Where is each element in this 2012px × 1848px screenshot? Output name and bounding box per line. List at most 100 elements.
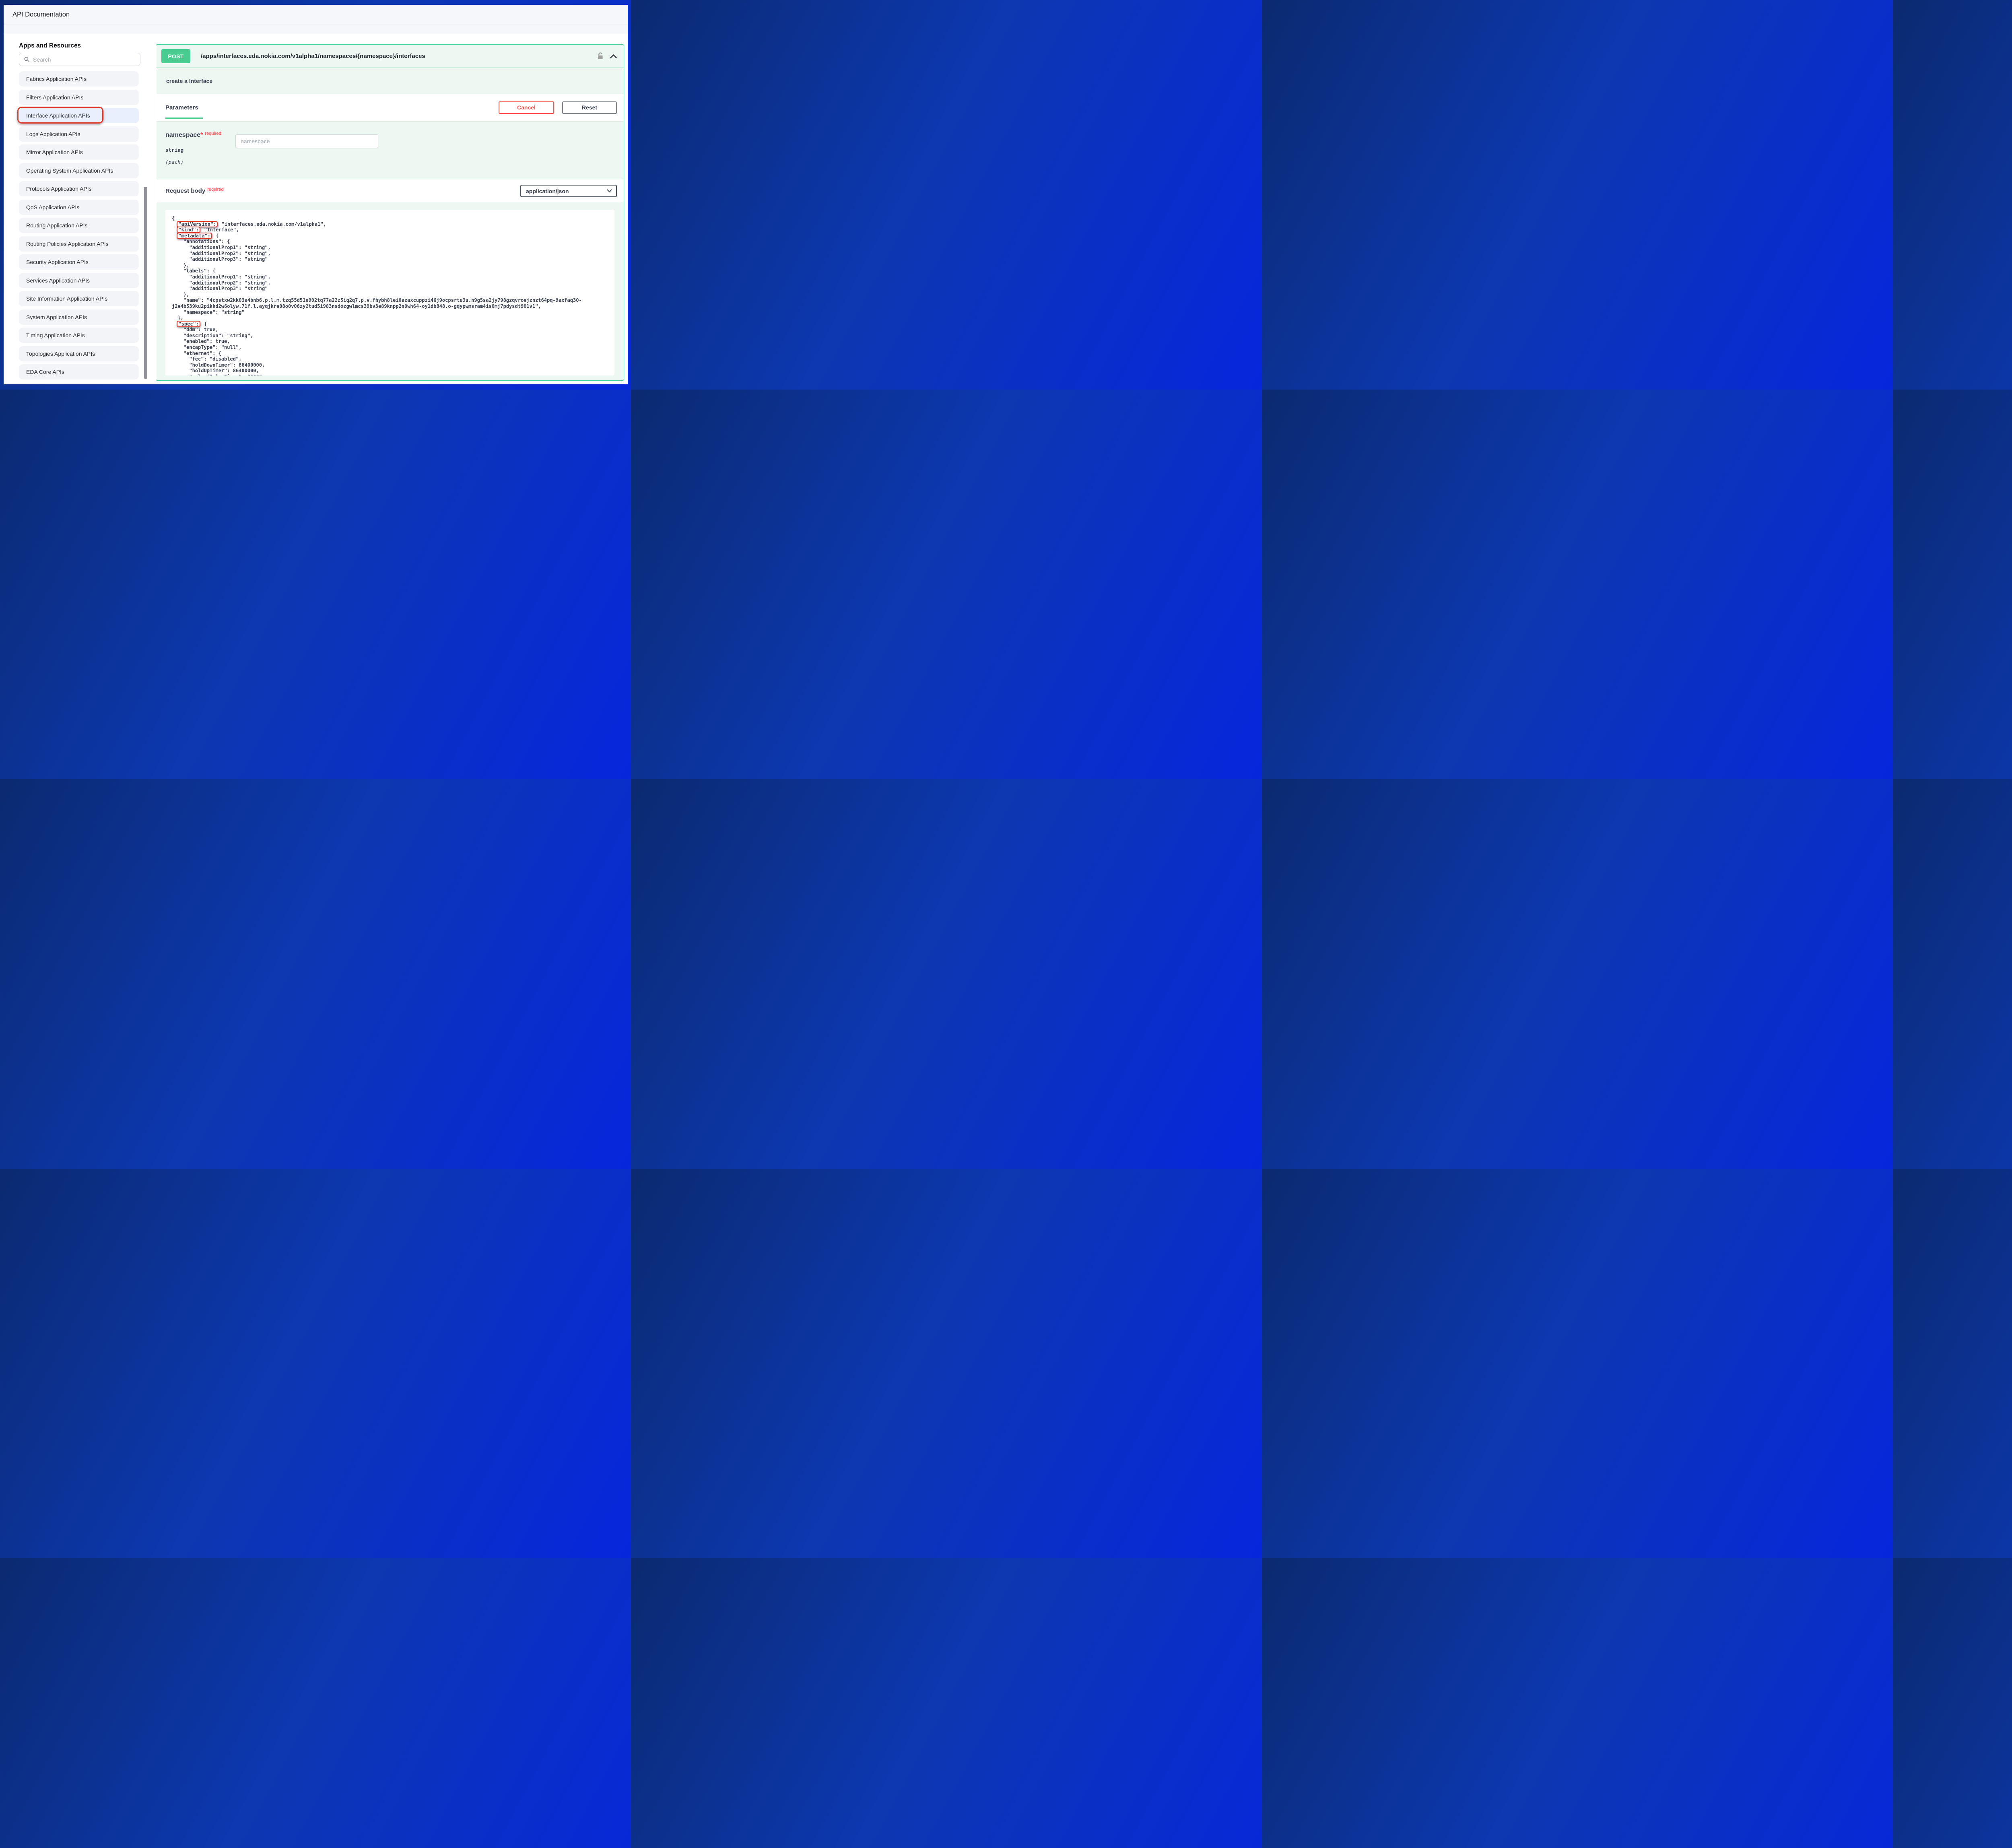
sidebar-item[interactable]: EDA Core APIs — [19, 364, 139, 380]
title-bar: API Documentation — [4, 5, 628, 25]
reset-button[interactable]: Reset — [562, 101, 617, 114]
code-line: "additionalProp1": "string", — [172, 245, 608, 251]
search-icon — [24, 56, 30, 62]
code-line: "kind": "Interface", — [172, 227, 608, 233]
sidebar-item[interactable]: System Application APIs — [19, 309, 139, 325]
request-body-bar: Request bodyrequired application/json — [156, 179, 624, 202]
sidebar-item[interactable]: Services Application APIs — [19, 273, 139, 288]
code-line: "additionalProp3": "string" — [172, 256, 608, 262]
sidebar-item-label: Fabrics Application APIs — [26, 76, 87, 82]
annotation-red-box: "kind": — [177, 227, 200, 233]
sidebar-item-label: Services Application APIs — [26, 277, 90, 284]
content-type-value: application/json — [526, 188, 569, 194]
code-line: "enabled": true, — [172, 338, 608, 344]
search-input[interactable] — [33, 56, 134, 63]
namespace-input[interactable] — [235, 134, 378, 148]
tab-active-underline — [165, 118, 203, 119]
sidebar-item[interactable]: Operating System Application APIs — [19, 163, 139, 178]
code-line: "labels": { — [172, 268, 608, 274]
secondary-toolbar — [4, 25, 628, 34]
sidebar-item-label: Logs Application APIs — [26, 131, 80, 137]
code-line: "fec": "disabled", — [172, 356, 608, 362]
sidebar-item[interactable]: QoS Application APIs — [19, 200, 139, 215]
chevron-up-icon[interactable] — [610, 54, 617, 59]
code-block: { "apiVersion": "interfaces.eda.nokia.co… — [165, 210, 614, 375]
required-asterisk: * — [200, 132, 203, 138]
annotation-red-box: "apiVersion": — [177, 221, 218, 227]
sidebar-item[interactable]: Timing Application APIs — [19, 328, 139, 343]
sidebar-item[interactable]: Topologies Application APIs — [19, 346, 139, 361]
cancel-button[interactable]: Cancel — [499, 101, 554, 114]
code-line: "name": "4cpstxw2kk03a4bnb6.p.l.m.tzq55d… — [172, 297, 608, 309]
sidebar-item[interactable]: Filters Application APIs — [19, 90, 139, 105]
sidebar-item-label: Filters Application APIs — [26, 94, 83, 101]
sidebar-item[interactable]: Routing Policies Application APIs — [19, 236, 139, 252]
code-line: "ddm": true, — [172, 327, 608, 333]
code-line: "annotations": { — [172, 239, 608, 245]
sidebar-item-label: Site Information Application APIs — [26, 295, 107, 302]
request-body-example-section: { "apiVersion": "interfaces.eda.nokia.co… — [156, 202, 624, 381]
sidebar-scrollbar[interactable] — [144, 187, 147, 379]
endpoint-panel: POST /apps/interfaces.eda.nokia.com/v1al… — [156, 44, 624, 381]
sidebar-item[interactable]: Interface Application APIs — [19, 108, 139, 123]
request-body-label: Request bodyrequired — [165, 188, 224, 194]
code-line: "reloadDelayTimer": 86400 — [172, 374, 608, 375]
sidebar-item-label: Topologies Application APIs — [26, 351, 95, 357]
param-type-label: string — [165, 147, 183, 153]
code-line: "namespace": "string" — [172, 309, 608, 316]
param-location-label: (path) — [165, 159, 183, 165]
content-type-select[interactable]: application/json — [520, 185, 617, 197]
code-line: { — [172, 215, 608, 221]
sidebar-item-label: QoS Application APIs — [26, 204, 79, 210]
sidebar-item-label: EDA Core APIs — [26, 369, 64, 375]
app-window: API Documentation Apps and Resources Fab… — [4, 5, 628, 384]
sidebar-item-label: Interface Application APIs — [26, 112, 90, 119]
sidebar-item[interactable]: Mirror Application APIs — [19, 144, 139, 160]
tab-parameters[interactable]: Parameters — [165, 104, 198, 111]
endpoint-path: /apps/interfaces.eda.nokia.com/v1alpha1/… — [201, 53, 425, 60]
sidebar-item[interactable]: Security Application APIs — [19, 254, 139, 270]
code-line: "metadata": { — [172, 233, 608, 239]
sidebar-item[interactable]: Fabrics Application APIs — [19, 71, 139, 87]
code-line: "encapType": "null", — [172, 344, 608, 351]
code-line: "additionalProp3": "string" — [172, 286, 608, 292]
code-line: "additionalProp2": "string", — [172, 251, 608, 257]
code-line: "holdDownTimer": 86400000, — [172, 362, 608, 368]
content-area: Apps and Resources Fabrics Application A… — [4, 34, 628, 384]
sidebar-item[interactable]: Protocols Application APIs — [19, 181, 139, 196]
code-line: }, — [172, 262, 608, 268]
code-line: "holdUpTimer": 86400000, — [172, 368, 608, 374]
annotation-red-box: "spec": — [177, 321, 200, 327]
code-line: "additionalProp1": "string", — [172, 274, 608, 280]
method-badge: POST — [161, 49, 190, 63]
sidebar-item-label: Routing Application APIs — [26, 222, 88, 229]
request-body-required-label: required — [207, 187, 223, 192]
page-title: API Documentation — [12, 11, 70, 19]
sidebar-item-label: Security Application APIs — [26, 259, 89, 265]
unlock-icon[interactable] — [597, 52, 604, 60]
sidebar-item-label: Protocols Application APIs — [26, 186, 92, 192]
sidebar-item-label: Mirror Application APIs — [26, 149, 83, 155]
sidebar-search[interactable] — [19, 53, 140, 66]
code-line: }, — [172, 292, 608, 298]
endpoint-description: create a Interface — [156, 68, 624, 94]
endpoint-header[interactable]: POST /apps/interfaces.eda.nokia.com/v1al… — [156, 45, 624, 68]
sidebar-item-label: System Application APIs — [26, 314, 87, 320]
code-line: "spec": { — [172, 321, 608, 327]
code-line: "ethernet": { — [172, 351, 608, 357]
sidebar-item-label: Operating System Application APIs — [26, 167, 113, 174]
annotation-red-box: "metadata": — [177, 233, 212, 239]
code-line: "apiVersion": "interfaces.eda.nokia.com/… — [172, 221, 608, 227]
required-label: required — [205, 131, 221, 136]
sidebar-item[interactable]: Site Information Application APIs — [19, 291, 139, 306]
parameters-control-bar: Parameters Cancel Reset — [156, 94, 624, 121]
sidebar-item[interactable]: Logs Application APIs — [19, 126, 139, 142]
sidebar-item-label: Timing Application APIs — [26, 332, 85, 338]
chevron-down-icon — [607, 189, 612, 193]
code-line: }, — [172, 315, 608, 321]
sidebar-heading: Apps and Resources — [19, 42, 81, 50]
sidebar-item-label: Routing Policies Application APIs — [26, 241, 109, 247]
sidebar-list: Fabrics Application APIs Filters Applica… — [19, 71, 139, 383]
param-name-label: namespace*required — [165, 132, 221, 139]
sidebar-item[interactable]: Routing Application APIs — [19, 218, 139, 233]
